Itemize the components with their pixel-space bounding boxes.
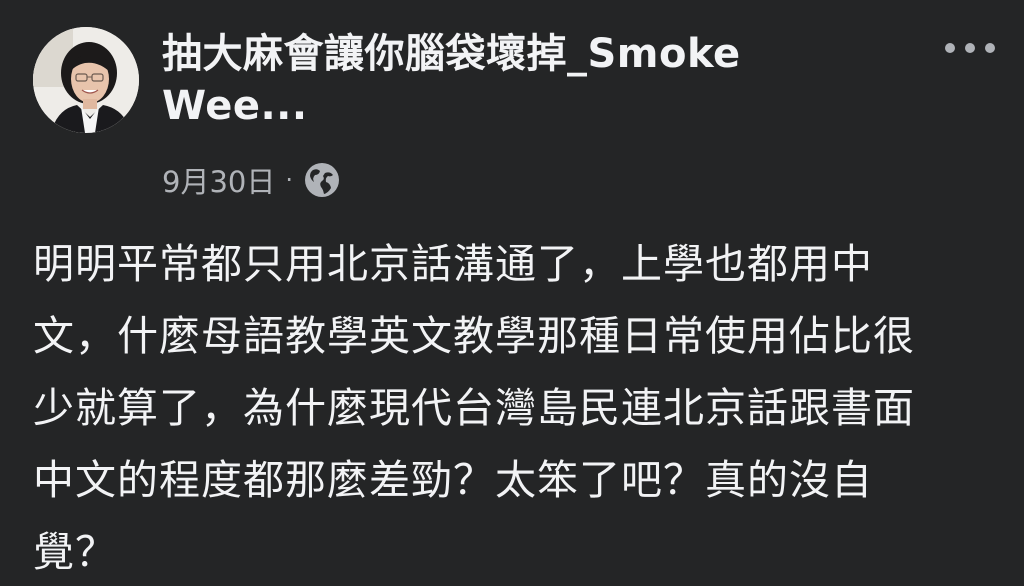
more-horizontal-icon xyxy=(945,43,995,53)
more-options-button[interactable] xyxy=(940,34,1000,62)
post-card: 抽大麻會讓你腦袋壞掉_Smoke Wee... 9月30日 · 明明平常都只用北… xyxy=(0,0,1024,586)
post-date[interactable]: 9月30日 xyxy=(162,159,275,201)
author-name[interactable]: 抽大麻會讓你腦袋壞掉_Smoke Wee... xyxy=(162,28,882,132)
post-body-line: 文，什麼母語教學英文教學那種日常使用佔比很 xyxy=(33,312,915,360)
meta-separator: · xyxy=(285,166,293,194)
globe-icon[interactable] xyxy=(303,161,341,199)
post-body-line: 覺？ xyxy=(33,528,117,576)
post-body-line: 中文的程度都那麼差勁？太笨了吧？真的沒自 xyxy=(33,456,873,504)
post-body-line: 明明平常都只用北京話溝通了，上學也都用中 xyxy=(33,240,873,288)
post-body: 明明平常都只用北京話溝通了，上學也都用中 文，什麼母語教學英文教學那種日常使用佔… xyxy=(33,228,993,586)
author-avatar[interactable] xyxy=(33,27,139,133)
post-meta: 9月30日 · xyxy=(162,158,341,202)
avatar-image xyxy=(33,27,139,133)
post-body-line: 少就算了，為什麼現代台灣島民連北京話跟書面 xyxy=(33,384,915,432)
